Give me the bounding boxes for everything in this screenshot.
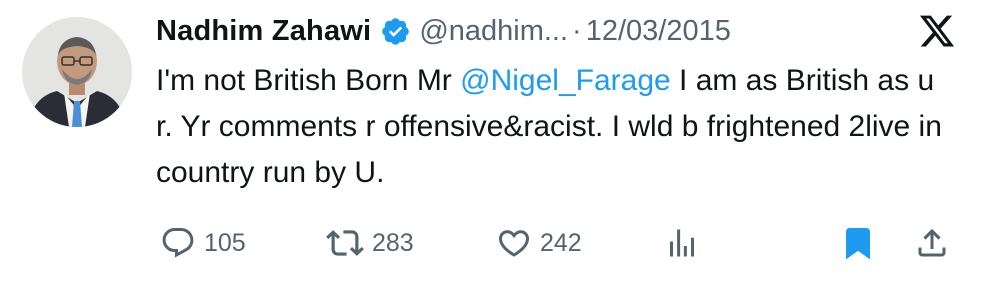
bookmark-icon bbox=[840, 225, 876, 261]
tweet-text-part: I'm not British Born Mr bbox=[156, 64, 461, 97]
retweet-icon bbox=[326, 224, 364, 262]
tweet-card: Nadhim Zahawi @nadhim... · 12/03/2015 I'… bbox=[0, 0, 984, 284]
share-icon bbox=[914, 225, 950, 261]
tweet-header: Nadhim Zahawi @nadhim... · 12/03/2015 bbox=[156, 6, 731, 56]
author-name[interactable]: Nadhim Zahawi bbox=[156, 15, 371, 48]
reply-icon bbox=[160, 225, 196, 261]
views-button[interactable] bbox=[664, 222, 700, 264]
avatar[interactable] bbox=[22, 17, 132, 127]
author-handle[interactable]: @nadhim... bbox=[419, 15, 568, 48]
retweet-count: 283 bbox=[372, 228, 414, 257]
retweet-button[interactable]: 283 bbox=[326, 222, 414, 264]
action-bar: 105 283 242 bbox=[0, 222, 984, 264]
reply-count: 105 bbox=[204, 228, 246, 257]
like-icon bbox=[496, 225, 532, 261]
views-icon bbox=[664, 225, 700, 261]
bookmark-button[interactable] bbox=[840, 222, 876, 264]
tweet-date[interactable]: 12/03/2015 bbox=[586, 15, 731, 48]
verified-badge-icon bbox=[380, 16, 411, 47]
x-logo-icon bbox=[918, 12, 956, 50]
share-button[interactable] bbox=[914, 222, 950, 264]
like-count: 242 bbox=[540, 228, 582, 257]
tweet-text: I'm not British Born Mr @Nigel_Farage I … bbox=[156, 58, 956, 196]
mention-link[interactable]: @Nigel_Farage bbox=[460, 64, 671, 97]
reply-button[interactable]: 105 bbox=[160, 222, 246, 264]
separator-dot: · bbox=[572, 14, 582, 47]
like-button[interactable]: 242 bbox=[496, 222, 582, 264]
